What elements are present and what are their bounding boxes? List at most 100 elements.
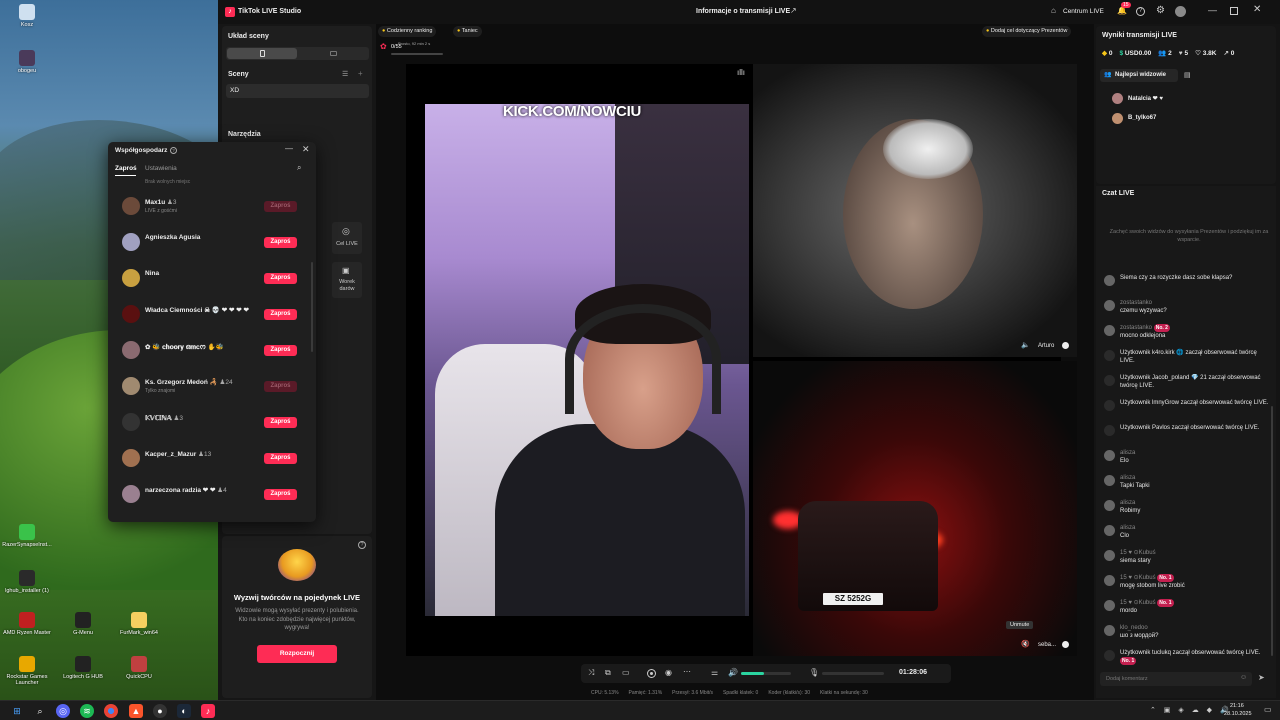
record-icon[interactable] — [647, 669, 656, 678]
tab-invite[interactable]: Zaproś — [115, 165, 137, 172]
top-viewers-tab[interactable]: 👥 Najlepsi widzowie — [1100, 69, 1178, 82]
stream-overlay-text: KICK.COM/NOWCIU — [503, 104, 641, 120]
avatar — [1104, 325, 1115, 336]
steam-icon[interactable]: ◐ — [177, 704, 191, 718]
maximize-icon[interactable] — [1230, 7, 1238, 15]
invite-row: Kacper_z_Mazur ♟13 Zaproś — [108, 441, 316, 475]
more-icon[interactable] — [1062, 641, 1069, 648]
dance-chip[interactable]: ● Taniec — [453, 26, 482, 37]
invite-row: 𝕂𝕍ℂ𝕀ℕ𝔸 ♟3 Zaproś — [108, 405, 316, 439]
screen-icon[interactable]: ▭ — [622, 668, 630, 677]
invite-button[interactable]: Zaproś — [264, 489, 297, 500]
cohost-scrollbar[interactable] — [311, 262, 313, 352]
info-icon[interactable]: ? — [170, 147, 177, 154]
invite-button[interactable]: Zaproś — [264, 201, 297, 212]
chat-username: alisza — [1120, 475, 1136, 481]
desktop-icon[interactable]: G-Menu — [58, 612, 108, 636]
help-icon[interactable]: ? — [358, 541, 366, 549]
profile-avatar[interactable] — [1175, 6, 1186, 17]
minimize-icon[interactable]: — — [285, 144, 293, 153]
share-icon[interactable]: ↗ — [790, 6, 797, 15]
scene-layout-heading: Układ sceny — [228, 33, 269, 40]
chat-username: alisza — [1120, 525, 1136, 531]
desktop-icon[interactable]: Logitech G HUB — [58, 656, 108, 680]
logitech-installer-icon — [19, 570, 35, 586]
notification-icon[interactable]: ▭ — [1264, 705, 1272, 714]
user-name: Max1u ♟3 — [145, 198, 177, 206]
invite-button[interactable]: Zaproś — [264, 381, 297, 392]
desktop-icon[interactable]: Kosz — [2, 4, 52, 28]
chat-scrollbar[interactable] — [1271, 406, 1273, 656]
settings-gear-icon[interactable]: ⚙ — [1156, 5, 1165, 16]
invite-button[interactable]: Zaproś — [264, 453, 297, 464]
battle-title: Wyzwij twórców na pojedynek LIVE — [233, 593, 361, 602]
camera-icon[interactable]: ◉ — [665, 668, 672, 677]
broadcast-info-title[interactable]: Informacje o transmisji LIVE — [696, 8, 790, 15]
gift-list-icon[interactable]: ▤ — [1184, 71, 1191, 79]
speaker-icon[interactable]: 🔈 — [1021, 341, 1030, 349]
desktop-icon[interactable]: QuickCPU — [114, 656, 164, 680]
start-battle-button[interactable]: Rozpocznij — [257, 645, 337, 663]
tab-settings[interactable]: Ustawienia — [145, 165, 177, 172]
desktop-icon[interactable]: Rockstar Games Launcher — [2, 656, 52, 686]
user-name-text: Kacper_z_Mazur — [145, 451, 197, 458]
tiktok-taskbar-icon[interactable]: ♪ — [201, 704, 215, 718]
desktop-icon[interactable]: AMD Ryzen Master — [2, 612, 52, 636]
microphone-icon[interactable]: 🎙 — [809, 668, 819, 677]
desktop-icon[interactable]: FurMark_win64 — [114, 612, 164, 636]
emoji-icon[interactable]: ☺ — [1240, 674, 1247, 681]
mic-slider[interactable] — [822, 672, 884, 675]
layers-icon[interactable]: ⧉ — [605, 668, 611, 678]
scene-item[interactable]: XD — [226, 84, 369, 98]
dance-label: Taniec — [461, 28, 478, 34]
chrome-icon[interactable] — [104, 704, 118, 718]
avatar — [1112, 113, 1123, 124]
top-viewer-row[interactable]: B_tylko67 — [1112, 112, 1262, 126]
close-icon[interactable]: ✕ — [1253, 4, 1261, 15]
desktop-icon[interactable]: lghub_installer (1) — [2, 570, 52, 594]
invite-button[interactable]: Zaproś — [264, 309, 297, 320]
avatar — [1104, 625, 1115, 636]
invite-button[interactable]: Zaproś — [264, 417, 297, 428]
live-goal-tool[interactable]: ◎ Cel LIVE — [332, 222, 362, 254]
add-gift-goal-chip[interactable]: ● Dodaj cel dotyczący Prezentów — [982, 26, 1072, 37]
tray-icons[interactable]: ⌃ ▣ ◈ ☁ ◆ 🔊 — [1150, 706, 1232, 714]
close-icon[interactable]: ✕ — [302, 144, 310, 155]
battle-emblem-icon — [278, 549, 316, 581]
more-icon[interactable] — [1062, 342, 1069, 349]
windows-start-icon[interactable]: ⊞ — [10, 704, 24, 718]
volume-icon[interactable]: 🔊 — [728, 668, 738, 677]
speaker-muted-icon[interactable]: 🔇 — [1021, 640, 1030, 648]
minimize-icon[interactable]: — — [1208, 5, 1217, 15]
live-center-button[interactable]: Centrum LIVE — [1063, 8, 1104, 15]
brave-icon[interactable]: ▲ — [129, 704, 143, 718]
more-options-icon[interactable]: ⋯ — [683, 667, 691, 676]
shuffle-icon[interactable]: ⤨ — [588, 668, 594, 678]
invite-button[interactable]: Zaproś — [264, 273, 297, 284]
help-icon[interactable]: ? — [1136, 7, 1145, 16]
volume-slider[interactable] — [741, 672, 791, 675]
list-icon[interactable]: ☰ — [342, 70, 348, 78]
top-viewer-row[interactable]: Natalcia ❤ ♥ — [1112, 92, 1262, 106]
search-icon[interactable]: ⌕ — [297, 163, 301, 173]
comment-input[interactable]: Dodaj komentarz ☺ — [1100, 672, 1252, 686]
desktop-icon[interactable]: obogeu — [2, 50, 52, 74]
spotify-icon[interactable]: ≋ — [80, 704, 94, 718]
equalizer-icon[interactable]: ⚌ — [711, 668, 718, 677]
gift-bag-tool[interactable]: ▣ Worek darów — [332, 262, 362, 298]
result-stat-value: USD0.00 — [1124, 50, 1152, 57]
landscape-layout-button[interactable] — [298, 48, 368, 59]
invite-button[interactable]: Zaproś — [264, 237, 297, 248]
ranking-chip[interactable]: ● Codzienny ranking — [378, 26, 437, 37]
add-scene-icon[interactable]: + — [358, 69, 363, 78]
search-icon[interactable]: ⌕ — [33, 704, 47, 718]
user-name-text: Agnieszka Agusia — [145, 234, 201, 241]
send-icon[interactable]: ➤ — [1258, 673, 1265, 682]
desktop-icon[interactable]: RazerSynapseInst... — [2, 524, 52, 548]
obs-icon[interactable]: ● — [153, 704, 167, 718]
gift-bag-icon: ▣ — [342, 266, 350, 275]
result-stat-value: 2 — [1168, 50, 1172, 57]
invite-button[interactable]: Zaproś — [264, 345, 297, 356]
discord-icon[interactable]: ◎ — [56, 704, 70, 718]
portrait-layout-button[interactable] — [227, 48, 297, 59]
